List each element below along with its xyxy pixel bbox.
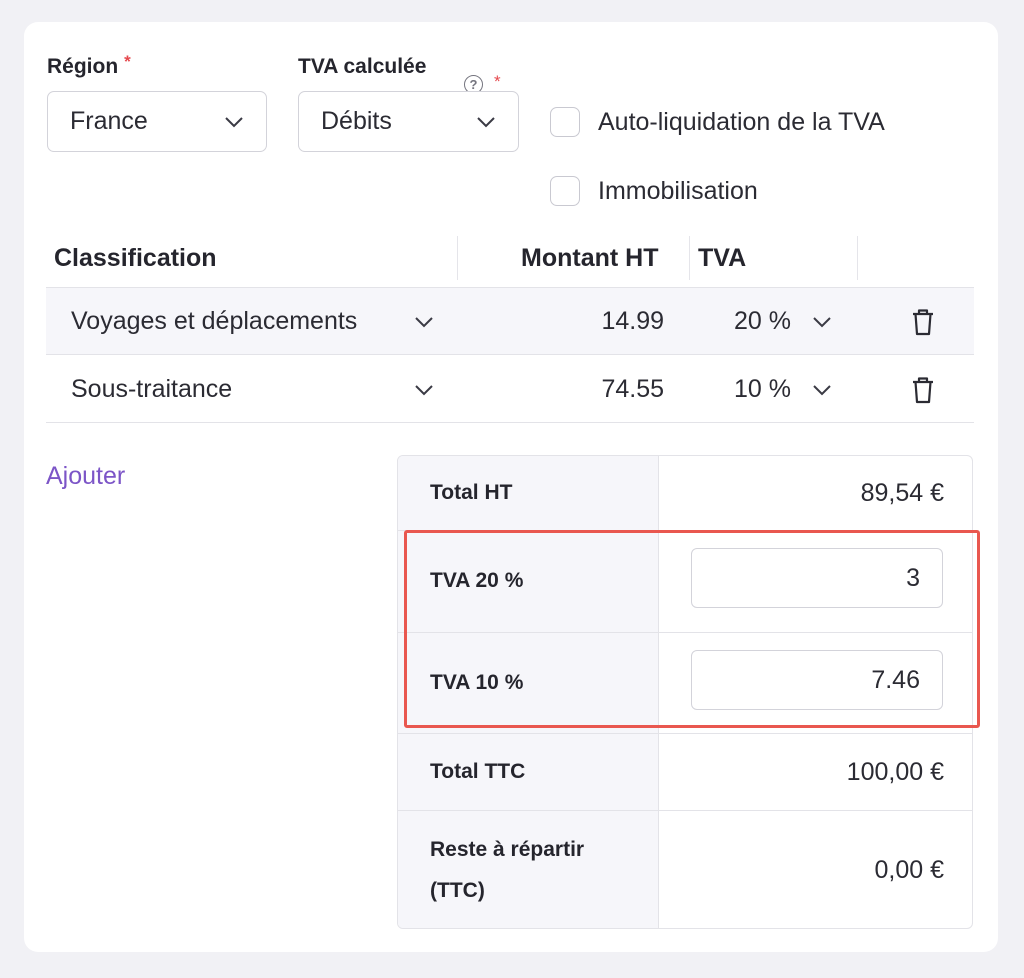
header-divider [457,236,458,280]
checkbox-auto-liquidation-label: Auto-liquidation de la TVA [598,107,885,136]
row-classification-value: Voyages et déplacements [71,306,358,335]
tva-20-label: TVA 20 % [398,531,659,632]
row-montant[interactable]: 14.99 [496,288,664,354]
total-ht-value: 89,54 € [860,478,944,507]
tva-calculee-select[interactable]: Débits [298,91,519,152]
chevron-down-icon[interactable] [414,384,434,396]
region-label-text: Région [47,55,119,78]
tva-20-row: TVA 20 % [398,531,972,633]
total-ht-row: Total HT 89,54 € [398,456,972,531]
trash-icon[interactable] [910,307,936,337]
region-select[interactable]: France [47,91,267,152]
reste-label-line2: (TTC) [430,878,485,902]
totals-table: Total HT 89,54 € TVA 20 % TVA 10 % Total… [397,455,973,929]
row-tva-value: 10 % [734,374,791,403]
row-tva-value: 20 % [734,306,791,335]
required-mark: * [494,72,501,91]
header-divider [689,236,690,280]
tva-calculee-select-value: Débits [321,107,392,135]
tva-10-row: TVA 10 % [398,633,972,734]
row-classification-select[interactable]: Voyages et déplacements [71,288,441,354]
reste-row: Reste à répartir (TTC) 0,00 € [398,811,972,928]
checkbox-immobilisation-label: Immobilisation [598,176,758,205]
required-mark: * [124,52,131,71]
row-montant[interactable]: 74.55 [496,356,664,422]
checkbox-auto-liquidation-box[interactable] [550,107,580,137]
chevron-down-icon [477,116,495,127]
region-select-value: France [70,107,148,135]
tva-20-input[interactable] [691,548,943,608]
trash-icon[interactable] [910,375,936,405]
reste-value: 0,00 € [874,856,944,884]
row-classification-select[interactable]: Sous-traitance [71,356,441,422]
chevron-down-icon [225,116,243,127]
tva-calculee-label-text: TVA calculée [298,55,427,78]
checkbox-auto-liquidation[interactable]: Auto-liquidation de la TVA [550,107,885,137]
total-ttc-label: Total TTC [398,734,659,810]
tva-10-input[interactable] [691,650,943,710]
reste-label-line1: Reste à répartir [430,837,585,861]
total-ht-label: Total HT [398,456,659,530]
checkbox-immobilisation-box[interactable] [550,176,580,206]
region-label: Région * [47,52,131,79]
table-row: Sous-traitance 74.55 10 % [46,356,974,423]
chevron-down-icon[interactable] [812,316,832,328]
header-classification: Classification [54,244,217,272]
table-row: Voyages et déplacements 14.99 20 % [46,288,974,355]
header-montant-ht: Montant HT [521,244,659,272]
row-classification-value: Sous-traitance [71,374,233,403]
chevron-down-icon[interactable] [414,316,434,328]
chevron-down-icon[interactable] [812,384,832,396]
header-divider [857,236,858,280]
total-ttc-row: Total TTC 100,00 € [398,734,972,811]
tva-calculee-label: TVA calculée [298,55,426,79]
checkbox-immobilisation[interactable]: Immobilisation [550,176,758,206]
total-ttc-value: 100,00 € [846,757,944,786]
add-row-link[interactable]: Ajouter [46,462,125,491]
header-tva: TVA [698,244,747,272]
tva-10-label: TVA 10 % [398,633,659,733]
allocation-card: Région * France TVA calculée ? * Débits … [24,22,998,952]
reste-label: Reste à répartir (TTC) [398,811,659,928]
